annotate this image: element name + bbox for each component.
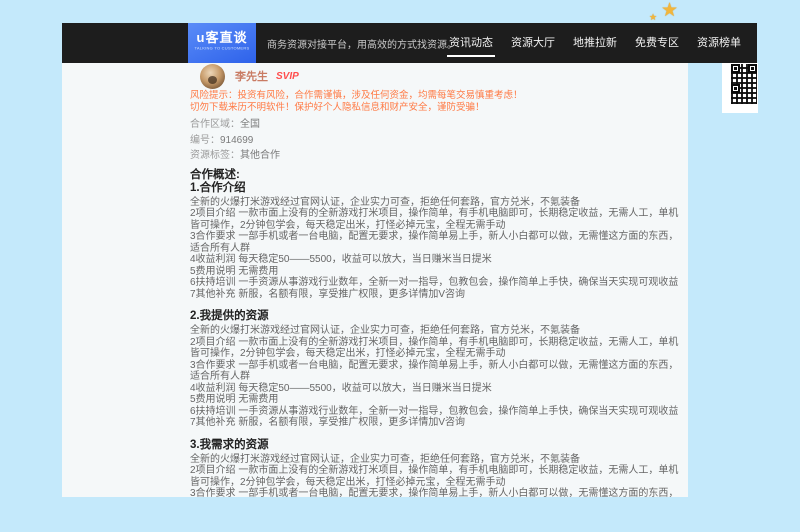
qr-code — [731, 64, 757, 104]
section-line: 2项目介绍 一款市面上没有的全新游戏打米项目，操作简单，有手机电脑即可，长期稳定… — [190, 336, 679, 360]
risk-warning-line2: 切勿下载来历不明软件！保护好个人隐私信息和财产安全，谨防受骗！ — [190, 101, 485, 113]
meta-region: 合作区域：全国 — [190, 117, 688, 133]
svip-badge: SVIP — [276, 70, 299, 82]
meta-region-label: 合作区域： — [190, 119, 240, 130]
nav-item-resource-ranking[interactable]: 资源榜单 — [695, 30, 743, 57]
site-tagline: 商务资源对接平台，用高效的方式找资源。 — [267, 39, 457, 51]
section-heading: 1.合作介绍 — [190, 181, 246, 194]
nav-item-news[interactable]: 资讯动态 — [447, 30, 495, 57]
meta-tag-value: 其他合作 — [240, 150, 280, 161]
nav-menu: 资讯动态 资源大厅 地推拉新 免费专区 资源榜单 — [433, 23, 743, 63]
section-line: 全新的火爆打米游戏经过官网认证，企业实力可查，拒绝任何套路，官方兑米，不氪装备 — [190, 325, 580, 336]
section-line: 5费用说明 无需费用 — [190, 265, 279, 277]
publisher-name: 李先生 — [235, 71, 268, 83]
publisher-row: 李先生 SVIP — [190, 63, 688, 89]
site-logo[interactable]: u客直谈 TALKING TO CUSTOMERS — [188, 23, 256, 63]
qr-finder-icon — [731, 64, 740, 73]
section-heading: 2.我提供的资源 — [190, 310, 269, 322]
meta-tag-label: 资源标签： — [190, 150, 240, 161]
meta-id-label: 编号： — [190, 134, 220, 146]
section-line: 6扶持培训 一手资源从事游戏行业数年，全新一对一指导，包教包会，操作简单上手快，… — [190, 405, 679, 417]
risk-warning: 风险提示：投资有风险，合作需谨慎，涉及任何资金，均需每笔交易慎重考虑！ 切勿下载… — [190, 90, 688, 113]
meta-tag: 资源标签：其他合作 — [190, 148, 688, 164]
qr-finder-icon — [731, 84, 740, 93]
section-provided: 2.我提供的资源 全新的火爆打米游戏经过官网认证，企业实力可查，拒绝任何套路，官… — [190, 310, 688, 429]
section-heading: 3.我需求的资源 — [190, 438, 269, 451]
section-line: 3合作要求 一部手机或者一台电脑，配置无要求，操作简单易上手，新人小白都可以做，… — [190, 359, 679, 383]
section-intro: 1.合作介绍 全新的火爆打米游戏经过官网认证，企业实力可查，拒绝任何套路，官方兑… — [190, 182, 688, 301]
section-line: 7其他补充 新服，名额有限，享受推广权限，更多详情加V咨询 — [190, 288, 466, 300]
nav-item-resource-hall[interactable]: 资源大厅 — [509, 30, 557, 57]
qr-widget — [722, 63, 758, 113]
section-line: 2项目介绍 一款市面上没有的全新游戏打米项目，操作简单，有手机电脑即可，长期稳定… — [190, 208, 679, 231]
risk-warning-line1: 风险提示：投资有风险，合作需谨慎，涉及任何资金，均需每笔交易慎重考虑！ — [190, 90, 523, 101]
meta-region-value: 全国 — [240, 119, 260, 130]
listing-detail-card: 李先生 SVIP 风险提示：投资有风险，合作需谨慎，涉及任何资金，均需每笔交易慎… — [62, 63, 688, 497]
nav-item-promotion[interactable]: 地推拉新 — [571, 30, 619, 57]
star-icon: ★ — [649, 12, 658, 22]
nav-item-free-zone[interactable]: 免费专区 — [633, 30, 681, 57]
section-line: 7其他补充 新服，名额有限，享受推广权限，更多详情加V咨询 — [190, 417, 466, 428]
section-line: 全新的火爆打米游戏经过官网认证，企业实力可查，拒绝任何套路，官方兑米，不氪装备 — [190, 453, 580, 465]
top-navbar: u客直谈 TALKING TO CUSTOMERS 商务资源对接平台，用高效的方… — [62, 23, 757, 63]
logo-title: u客直谈 — [196, 30, 248, 45]
section-line: 全新的火爆打米游戏经过官网认证，企业实力可查，拒绝任何套路，官方兑米，不氪装备 — [190, 196, 580, 208]
section-line: 4收益利润 每天稳定50——5500，收益可以放大，当日赚米当日提米 — [190, 254, 492, 265]
section-needed: 3.我需求的资源 全新的火爆打米游戏经过官网认证，企业实力可查，拒绝任何套路，官… — [190, 439, 688, 498]
qr-finder-icon — [748, 64, 757, 73]
logo-subtitle: TALKING TO CUSTOMERS — [194, 46, 250, 51]
meta-id: 编号：914699 — [190, 133, 688, 149]
listing-meta: 合作区域：全国 编号：914699 资源标签：其他合作 — [190, 117, 688, 164]
overview-heading: 合作概述: — [190, 168, 240, 181]
section-line: 3合作要求 一部手机或者一台电脑，配置无要求，操作简单易上手，新人小白都可以做，… — [190, 488, 679, 497]
section-line: 2项目介绍 一款市面上没有的全新游戏打米项目，操作简单，有手机电脑即可，长期稳定… — [190, 465, 679, 488]
star-icon: ★ — [661, 0, 679, 21]
avatar — [200, 63, 225, 89]
listing-content: 李先生 SVIP 风险提示：投资有风险，合作需谨慎，涉及任何资金，均需每笔交易慎… — [190, 63, 688, 497]
section-line: 3合作要求 一部手机或者一台电脑，配置无要求，操作简单易上手，新人小白都可以做，… — [190, 231, 679, 254]
section-line: 5费用说明 无需费用 — [190, 394, 279, 405]
meta-id-value: 914699 — [220, 134, 254, 146]
section-line: 6扶持培训 一手资源从事游戏行业数年，全新一对一指导，包教包会，操作简单上手快，… — [190, 277, 679, 288]
section-line: 4收益利润 每天稳定50——5500，收益可以放大，当日赚米当日提米 — [190, 382, 492, 394]
